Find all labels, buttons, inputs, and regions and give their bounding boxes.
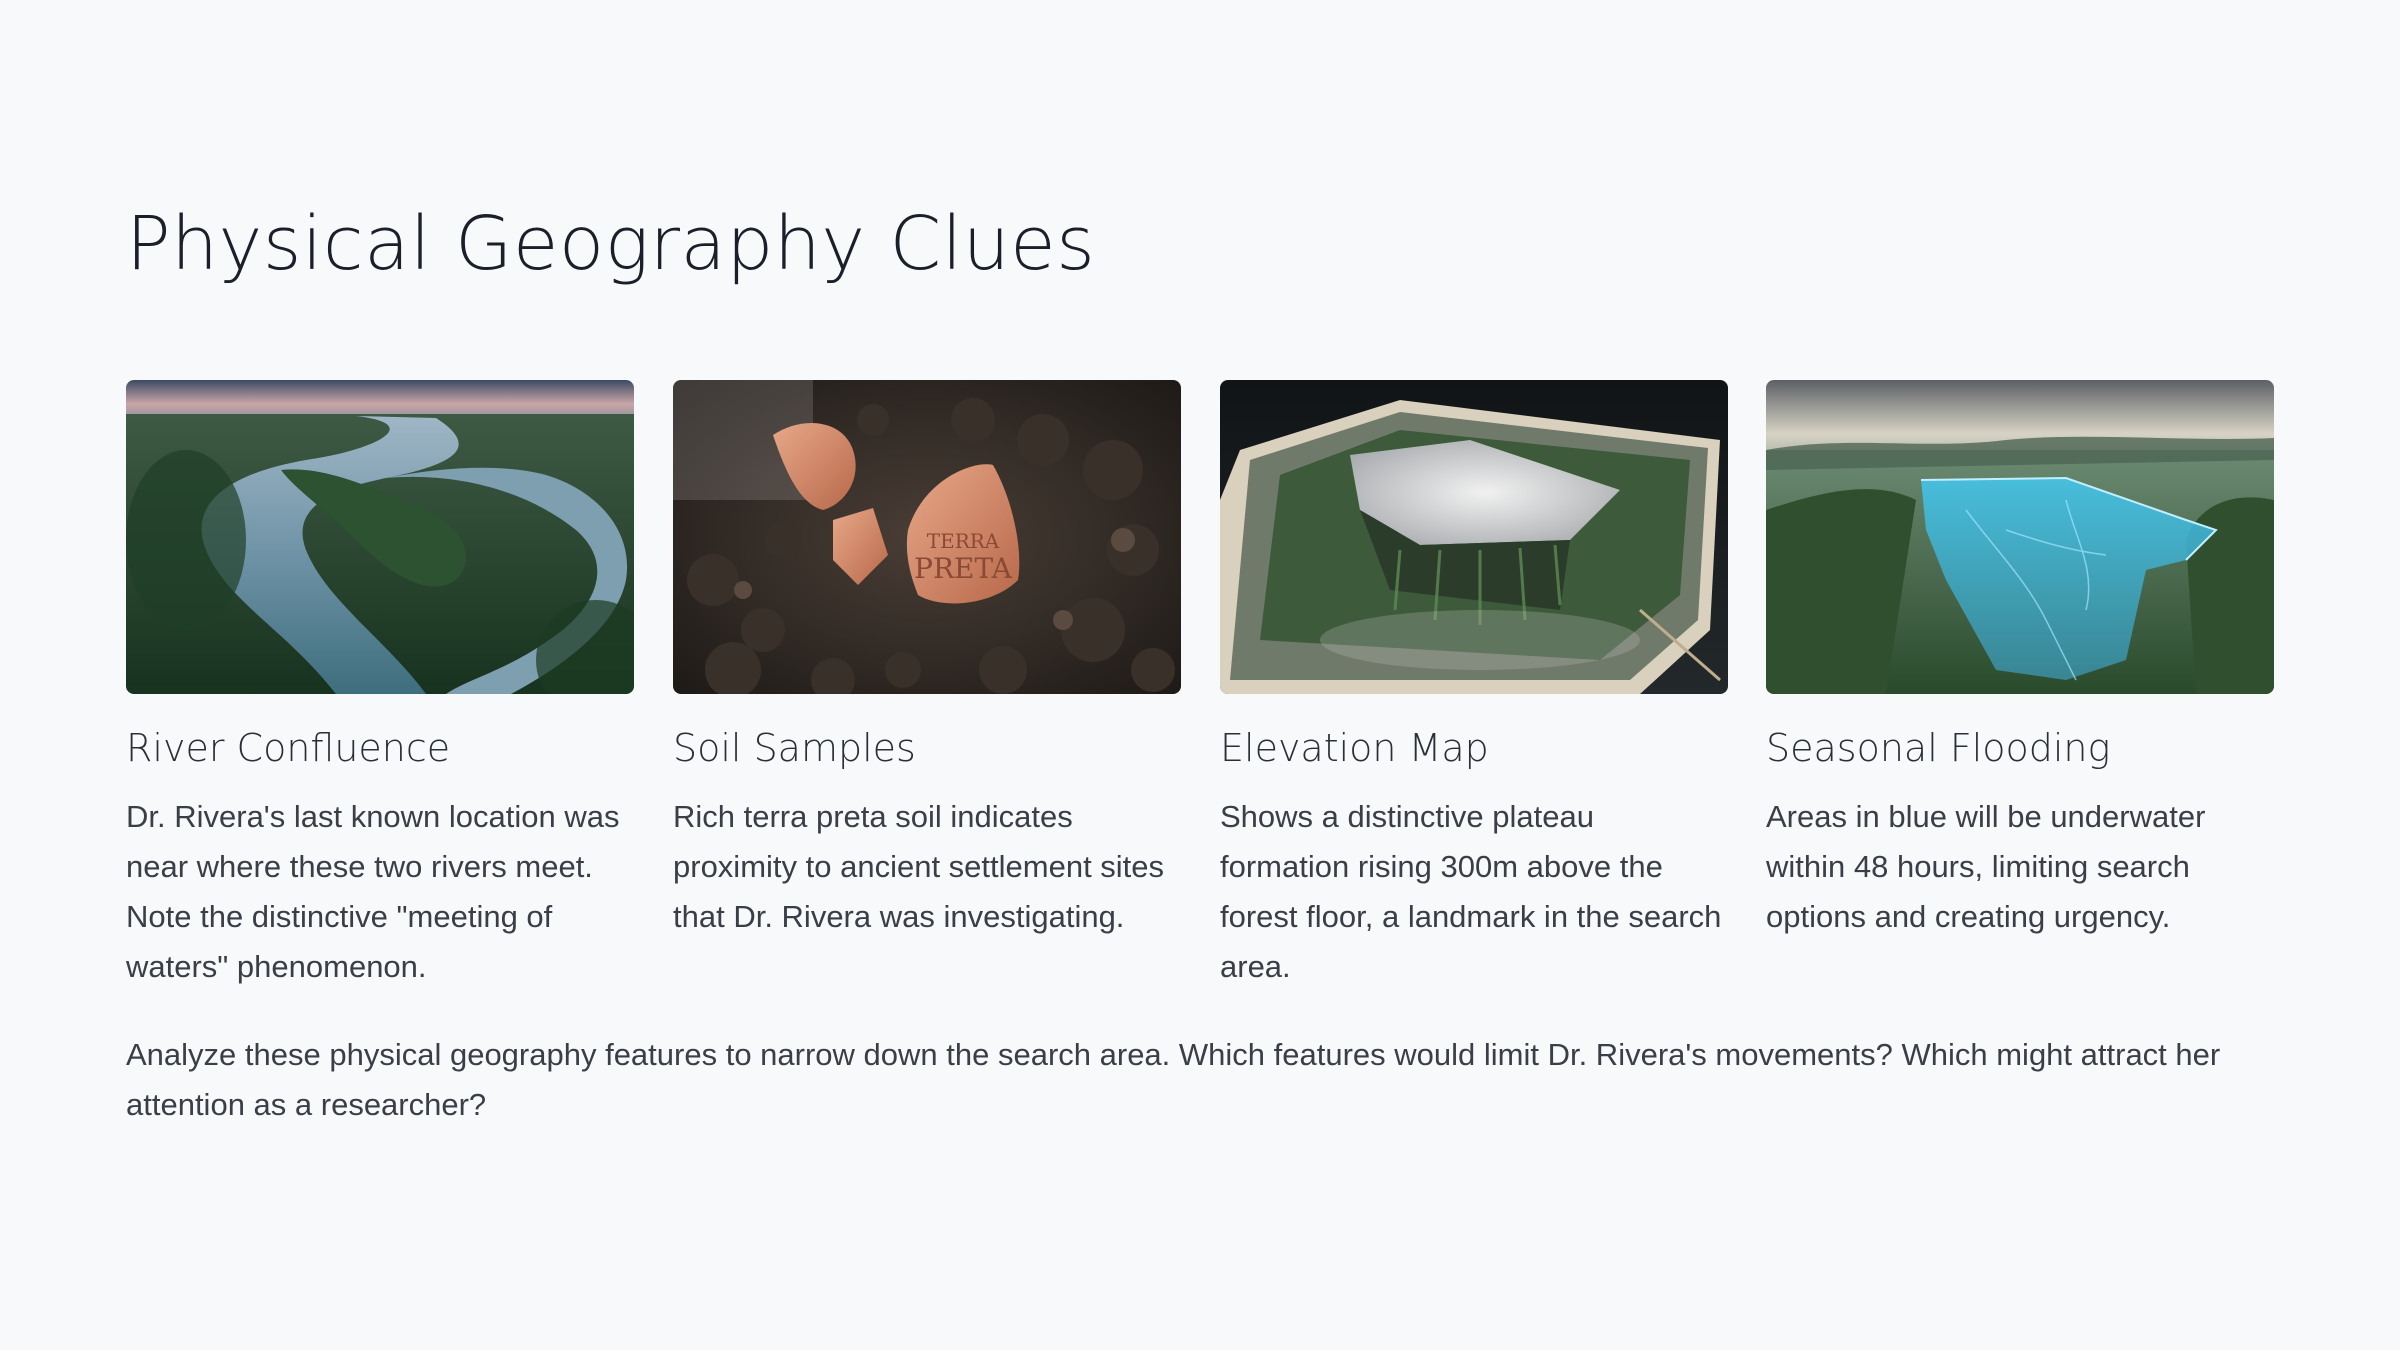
pottery-inscription-line1: TERRA <box>927 529 1000 553</box>
river-aerial-image <box>126 380 634 694</box>
card-title: Seasonal Flooding <box>1766 726 2111 770</box>
soil-pottery-illustration: TERRA PRETA <box>673 380 1181 694</box>
clue-card-river-confluence: River Confluence Dr. Rivera's last known… <box>126 380 634 992</box>
clue-card-soil-samples: TERRA PRETA Soil Samples Rich terra pret… <box>673 380 1181 942</box>
plateau-relief-illustration <box>1220 380 1728 694</box>
slide: Physical Geography Clues River Confluenc… <box>126 200 2274 1122</box>
clue-cards: River Confluence Dr. Rivera's last known… <box>126 380 2274 1000</box>
plateau-relief-map-image <box>1220 380 1728 694</box>
flood-valley-image <box>1766 380 2274 694</box>
flood-valley-illustration <box>1766 380 2274 694</box>
analysis-prompt: Analyze these physical geography feature… <box>126 1037 2221 1122</box>
river-aerial-illustration <box>126 380 634 694</box>
card-description: Rich terra preta soil indicates proximit… <box>673 798 1165 934</box>
card-title: Soil Samples <box>673 726 916 770</box>
pottery-inscription-line2: PRETA <box>914 552 1013 585</box>
soil-pottery-image: TERRA PRETA <box>673 380 1181 694</box>
card-description: Dr. Rivera's last known location was nea… <box>126 798 620 984</box>
card-title: River Confluence <box>126 726 451 770</box>
page-title: Physical Geography Clues <box>126 201 1096 287</box>
card-description: Areas in blue will be underwater within … <box>1766 798 2206 934</box>
clue-card-seasonal-flooding: Seasonal Flooding Areas in blue will be … <box>1766 380 2274 942</box>
clue-card-elevation-map: Elevation Map Shows a distinctive platea… <box>1220 380 1728 992</box>
card-title: Elevation Map <box>1220 726 1489 770</box>
card-description: Shows a distinctive plateau formation ri… <box>1220 798 1722 984</box>
